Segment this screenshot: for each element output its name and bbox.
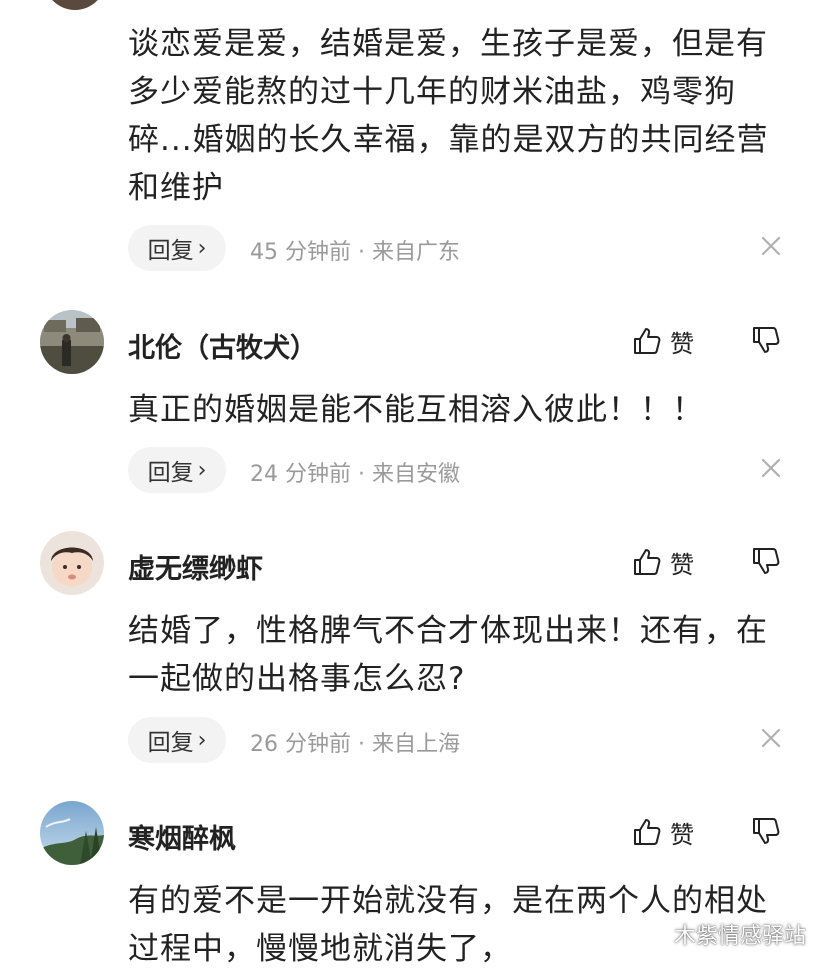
thumbs-up-icon (634, 328, 661, 354)
like-label: 赞 (670, 550, 694, 579)
reply-button[interactable]: 回复 › (128, 717, 226, 763)
thumbs-up-icon (634, 819, 661, 845)
comment-timestamp-location: 45 分钟前 · 来自广东 (250, 240, 460, 265)
chevron-right-icon: › (197, 457, 207, 483)
like-button[interactable]: 赞 (632, 545, 694, 579)
watermark: 木紫情感驿站 (636, 918, 806, 950)
watermark-text: 木紫情感驿站 (673, 924, 806, 949)
close-icon[interactable] (760, 235, 786, 261)
comment-timestamp-location: 24 分钟前 · 来自安徽 (250, 462, 460, 487)
username[interactable]: 北伦（古牧犬） (128, 326, 317, 365)
comment-item: 寒烟醉枫 赞 有的爱不是一开始就没有，是在两个人的相处过程中，慢慢地就消失了， (0, 801, 828, 967)
dislike-button[interactable] (750, 324, 784, 358)
like-button[interactable]: 赞 (632, 324, 694, 358)
avatar[interactable] (40, 310, 104, 374)
comment-meta-row: 回复 › 45 分钟前 · 来自广东 (128, 225, 788, 271)
reply-label: 回复 (147, 460, 194, 486)
comment-text: 谈恋爱是爱，结婚是爱，生孩子是爱，但是有多少爱能熬的过十几年的财米油盐，鸡零狗碎… (128, 26, 769, 206)
close-icon[interactable] (760, 457, 786, 483)
thumbs-down-icon (753, 548, 780, 574)
avatar[interactable] (40, 801, 104, 865)
thumbs-up-icon (634, 549, 661, 575)
thumbs-down-icon (753, 327, 780, 353)
thumbs-down-icon (753, 818, 780, 844)
reply-button[interactable]: 回复 › (128, 447, 226, 493)
comment-text: 结婚了，性格脾气不合才体现出来！还有，在一起做的出格事怎么忍? (128, 613, 768, 697)
wechat-icon (636, 922, 666, 945)
comment-thread: 谈恋爱是爱，结婚是爱，生孩子是爱，但是有多少爱能熬的过十几年的财米油盐，鸡零狗碎… (0, 0, 828, 971)
dislike-button[interactable] (750, 545, 784, 579)
dislike-button[interactable] (750, 815, 784, 849)
reply-label: 回复 (147, 238, 194, 264)
username[interactable]: 寒烟醉枫 (128, 817, 236, 856)
comment-meta-row: 回复 › 24 分钟前 · 来自安徽 (128, 447, 788, 493)
chevron-right-icon: › (197, 235, 207, 261)
comment-meta-row: 回复 › 26 分钟前 · 来自上海 (128, 717, 788, 763)
comment-item: 虚无缥缈虾 赞 结婚了，性格脾气不合才体现出来！还有，在一起做的出格事怎么忍? … (0, 531, 828, 763)
avatar[interactable] (40, 531, 104, 595)
like-label: 赞 (670, 329, 694, 358)
comment-timestamp-location: 26 分钟前 · 来自上海 (250, 732, 460, 757)
reply-label: 回复 (147, 730, 194, 756)
username[interactable]: 虚无缥缈虾 (128, 547, 263, 586)
close-icon[interactable] (760, 727, 786, 753)
reply-button[interactable]: 回复 › (128, 225, 226, 271)
like-label: 赞 (670, 820, 694, 849)
comment-text: 真正的婚姻是能不能互相溶入彼此！！！ (128, 392, 704, 428)
comment-item: 北伦（古牧犬） 赞 真正的婚姻是能不能互相溶入彼此！！！ 回复 › 24 分钟前… (0, 310, 828, 493)
like-button[interactable]: 赞 (632, 815, 694, 849)
avatar[interactable] (44, 0, 106, 10)
chevron-right-icon: › (197, 727, 207, 753)
